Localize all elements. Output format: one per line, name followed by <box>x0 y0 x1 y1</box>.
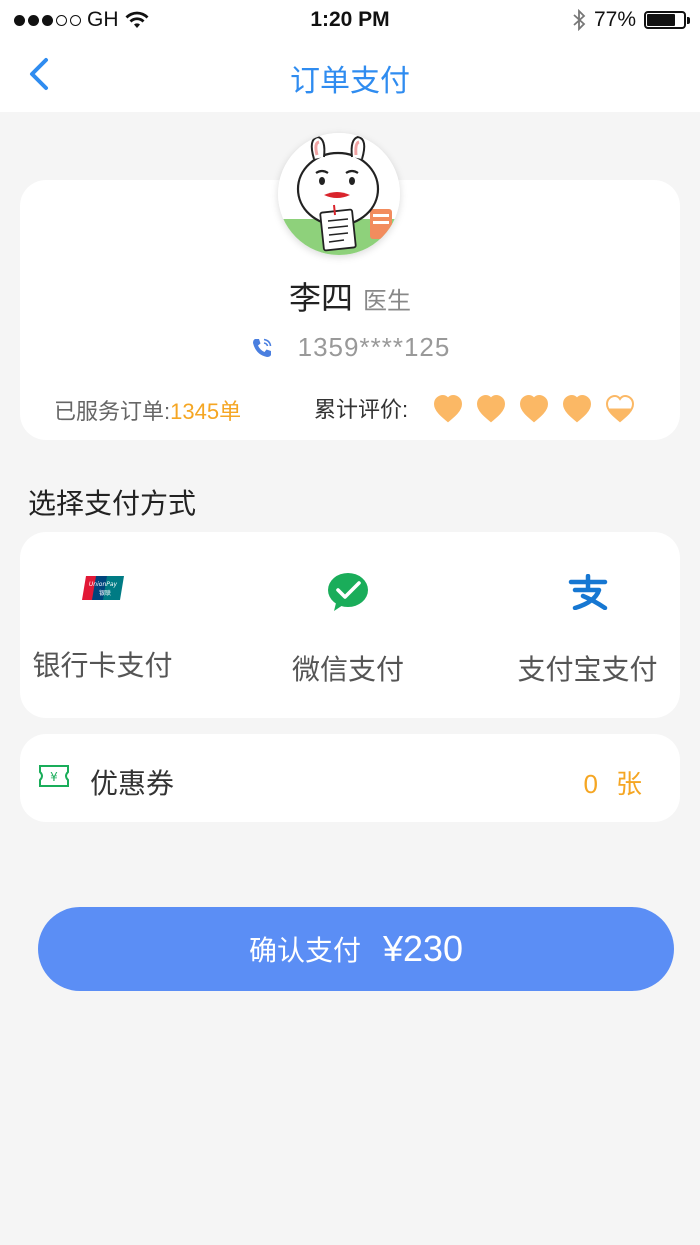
battery-percent: 77% <box>593 8 636 31</box>
nav-bar: 订单支付 <box>0 40 700 112</box>
served-orders-label: 已服务订单: <box>54 399 171 424</box>
wechat-label: 微信支付 <box>291 654 404 685</box>
coupon-ticket-icon: ¥ <box>39 765 69 787</box>
doctor-title: 医生 <box>363 288 411 315</box>
coupon-count-value: 0 <box>583 769 598 799</box>
heart-full-icon <box>477 394 506 422</box>
rating-hearts <box>432 394 636 423</box>
battery-icon <box>644 11 690 29</box>
rating: 累计评价: <box>314 392 636 424</box>
wechat-icon <box>328 573 368 611</box>
served-orders: 已服务订单:1345单 <box>54 394 241 426</box>
heart-partial-icon <box>606 394 635 422</box>
unionpay-icon: UnionPay 银联 <box>81 576 124 600</box>
heart-full-icon <box>434 394 463 422</box>
confirm-payment-button[interactable]: 确认支付 ¥230 <box>38 907 674 991</box>
coupon-count: 0张 <box>584 764 642 801</box>
alipay-label: 支付宝支付 <box>517 654 658 685</box>
payment-option-bank-card[interactable]: UnionPay 银联 银行卡支付 <box>20 532 185 718</box>
coupon-count-unit: 张 <box>615 769 642 799</box>
payment-section-title: 选择支付方式 <box>28 488 197 519</box>
rating-label: 累计评价: <box>314 397 409 422</box>
cartoon-avatar-image <box>278 133 400 255</box>
doctor-avatar <box>278 133 400 255</box>
payment-option-alipay[interactable]: 支付宝支付 <box>510 532 665 718</box>
status-bar: GH 1:20 PM 77% <box>0 0 700 40</box>
svg-text:UnionPay: UnionPay <box>88 581 117 588</box>
bluetooth-icon <box>573 9 586 31</box>
svg-text:¥: ¥ <box>50 770 58 784</box>
page-title: 订单支付 <box>290 65 410 98</box>
doctor-phone: 1359****125 <box>297 332 451 362</box>
heart-full-icon <box>520 394 549 422</box>
bank-card-label: 银行卡支付 <box>32 650 173 681</box>
svg-text:银联: 银联 <box>98 589 110 597</box>
payment-option-wechat[interactable]: 微信支付 <box>238 532 458 718</box>
payment-methods-card: UnionPay 银联 银行卡支付 微信支付 支付宝支付 <box>20 532 680 718</box>
confirm-payment-label: 确认支付 <box>248 935 361 966</box>
battery-fill <box>647 14 675 26</box>
served-orders-count: 1345单 <box>170 399 242 424</box>
alipay-icon <box>568 574 607 610</box>
doctor-name: 李四 <box>288 280 353 316</box>
coupon-row[interactable]: ¥ 优惠券 0张 <box>20 734 680 822</box>
coupon-label: 优惠券 <box>90 768 175 799</box>
phone-icon[interactable] <box>250 336 274 360</box>
heart-full-icon <box>563 394 592 422</box>
payment-amount: ¥230 <box>382 928 464 969</box>
